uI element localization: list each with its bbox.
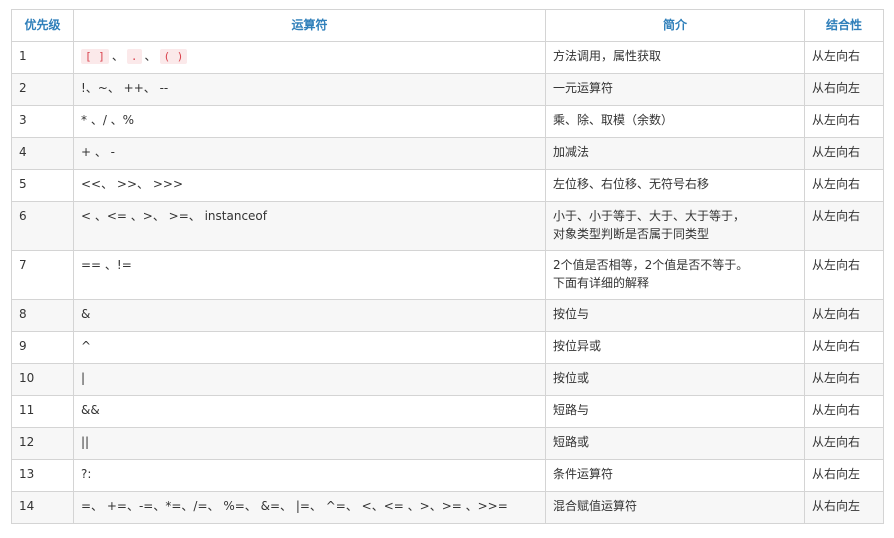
table-row: 3 * 、/ 、% 乘、除、取模（余数） 从左向右 bbox=[11, 105, 884, 138]
description-cell: 2个值是否相等，2个值是否不等于。 下面有详细的解释 bbox=[545, 250, 805, 300]
associativity-cell: 从左向右 bbox=[804, 137, 884, 170]
priority-cell: 11 bbox=[11, 395, 74, 428]
associativity-cell: 从右向左 bbox=[804, 491, 884, 524]
description-cell: 条件运算符 bbox=[545, 459, 805, 492]
table-row: 4 + 、 - 加减法 从左向右 bbox=[11, 137, 884, 170]
operator-code-parens: ( ) bbox=[159, 49, 188, 64]
operator-cell: == 、!= bbox=[73, 250, 546, 300]
associativity-cell: 从左向右 bbox=[804, 105, 884, 138]
priority-cell: 9 bbox=[11, 331, 74, 364]
operator-cell: < 、<= 、>、 >=、 instanceof bbox=[73, 201, 546, 251]
associativity-cell: 从右向左 bbox=[804, 459, 884, 492]
associativity-cell: 从左向右 bbox=[804, 201, 884, 251]
operator-code-dot: . bbox=[126, 49, 142, 64]
operator-cell: + 、 - bbox=[73, 137, 546, 170]
table-row: 10 | 按位或 从左向右 bbox=[11, 363, 884, 396]
description-cell: 左位移、右位移、无符号右移 bbox=[545, 169, 805, 202]
operator-separator: 、 bbox=[111, 49, 124, 63]
priority-cell: 13 bbox=[11, 459, 74, 492]
description-cell: 一元运算符 bbox=[545, 73, 805, 106]
table-row: 14 =、 +=、-=、*=、/=、 %=、 &=、 |=、 ^=、 <、<= … bbox=[11, 491, 884, 524]
description-cell: 按位或 bbox=[545, 363, 805, 396]
operator-cell: <<、 >>、 >>> bbox=[73, 169, 546, 202]
associativity-cell: 从左向右 bbox=[804, 363, 884, 396]
priority-cell: 6 bbox=[11, 201, 74, 251]
table-row: 9 ^ 按位异或 从左向右 bbox=[11, 331, 884, 364]
description-cell: 加减法 bbox=[545, 137, 805, 170]
associativity-cell: 从左向右 bbox=[804, 395, 884, 428]
description-cell: 短路与 bbox=[545, 395, 805, 428]
operator-cell: ^ bbox=[73, 331, 546, 364]
associativity-cell: 从右向左 bbox=[804, 73, 884, 106]
operator-cell: ?: bbox=[73, 459, 546, 492]
description-cell: 小于、小于等于、大于、大于等于， 对象类型判断是否属于同类型 bbox=[545, 201, 805, 251]
associativity-cell: 从左向右 bbox=[804, 427, 884, 460]
header-associativity: 结合性 bbox=[804, 9, 884, 42]
associativity-cell: 从左向右 bbox=[804, 169, 884, 202]
description-cell: 方法调用，属性获取 bbox=[545, 41, 805, 74]
priority-cell: 14 bbox=[11, 491, 74, 524]
table-row: 8 & 按位与 从左向右 bbox=[11, 299, 884, 332]
associativity-cell: 从左向右 bbox=[804, 250, 884, 300]
priority-cell: 10 bbox=[11, 363, 74, 396]
operator-precedence-container: 优先级 运算符 简介 结合性 1 [ ]、.、( ) 方法调用，属性获取 从左向… bbox=[11, 9, 884, 524]
associativity-cell: 从左向右 bbox=[804, 41, 884, 74]
priority-cell: 2 bbox=[11, 73, 74, 106]
table-row: 13 ?: 条件运算符 从右向左 bbox=[11, 459, 884, 492]
table-row: 11 && 短路与 从左向右 bbox=[11, 395, 884, 428]
description-cell: 按位与 bbox=[545, 299, 805, 332]
header-description: 简介 bbox=[545, 9, 805, 42]
table-header-row: 优先级 运算符 简介 结合性 bbox=[11, 9, 884, 42]
description-cell: 短路或 bbox=[545, 427, 805, 460]
operator-cell: [ ]、.、( ) bbox=[73, 41, 546, 74]
operator-cell: !、~、 ++、 -- bbox=[73, 73, 546, 106]
operator-cell: & bbox=[73, 299, 546, 332]
table-row: 12 || 短路或 从左向右 bbox=[11, 427, 884, 460]
table-row: 7 == 、!= 2个值是否相等，2个值是否不等于。 下面有详细的解释 从左向右 bbox=[11, 250, 884, 300]
priority-cell: 4 bbox=[11, 137, 74, 170]
associativity-cell: 从左向右 bbox=[804, 331, 884, 364]
priority-cell: 8 bbox=[11, 299, 74, 332]
operator-cell: * 、/ 、% bbox=[73, 105, 546, 138]
operator-precedence-table: 优先级 运算符 简介 结合性 1 [ ]、.、( ) 方法调用，属性获取 从左向… bbox=[11, 9, 884, 524]
operator-cell: =、 +=、-=、*=、/=、 %=、 &=、 |=、 ^=、 <、<= 、>、… bbox=[73, 491, 546, 524]
table-row: 2 !、~、 ++、 -- 一元运算符 从右向左 bbox=[11, 73, 884, 106]
table-row: 6 < 、<= 、>、 >=、 instanceof 小于、小于等于、大于、大于… bbox=[11, 201, 884, 251]
header-operator: 运算符 bbox=[73, 9, 546, 42]
priority-cell: 3 bbox=[11, 105, 74, 138]
priority-cell: 12 bbox=[11, 427, 74, 460]
operator-cell: | bbox=[73, 363, 546, 396]
operator-cell: && bbox=[73, 395, 546, 428]
header-priority: 优先级 bbox=[11, 9, 74, 42]
associativity-cell: 从左向右 bbox=[804, 299, 884, 332]
table-row: 1 [ ]、.、( ) 方法调用，属性获取 从左向右 bbox=[11, 41, 884, 74]
operator-separator: 、 bbox=[144, 49, 157, 63]
operator-cell: || bbox=[73, 427, 546, 460]
priority-cell: 7 bbox=[11, 250, 74, 300]
description-cell: 混合赋值运算符 bbox=[545, 491, 805, 524]
table-row: 5 <<、 >>、 >>> 左位移、右位移、无符号右移 从左向右 bbox=[11, 169, 884, 202]
description-cell: 按位异或 bbox=[545, 331, 805, 364]
operator-code-brackets: [ ] bbox=[81, 49, 109, 64]
priority-cell: 5 bbox=[11, 169, 74, 202]
priority-cell: 1 bbox=[11, 41, 74, 74]
description-cell: 乘、除、取模（余数） bbox=[545, 105, 805, 138]
